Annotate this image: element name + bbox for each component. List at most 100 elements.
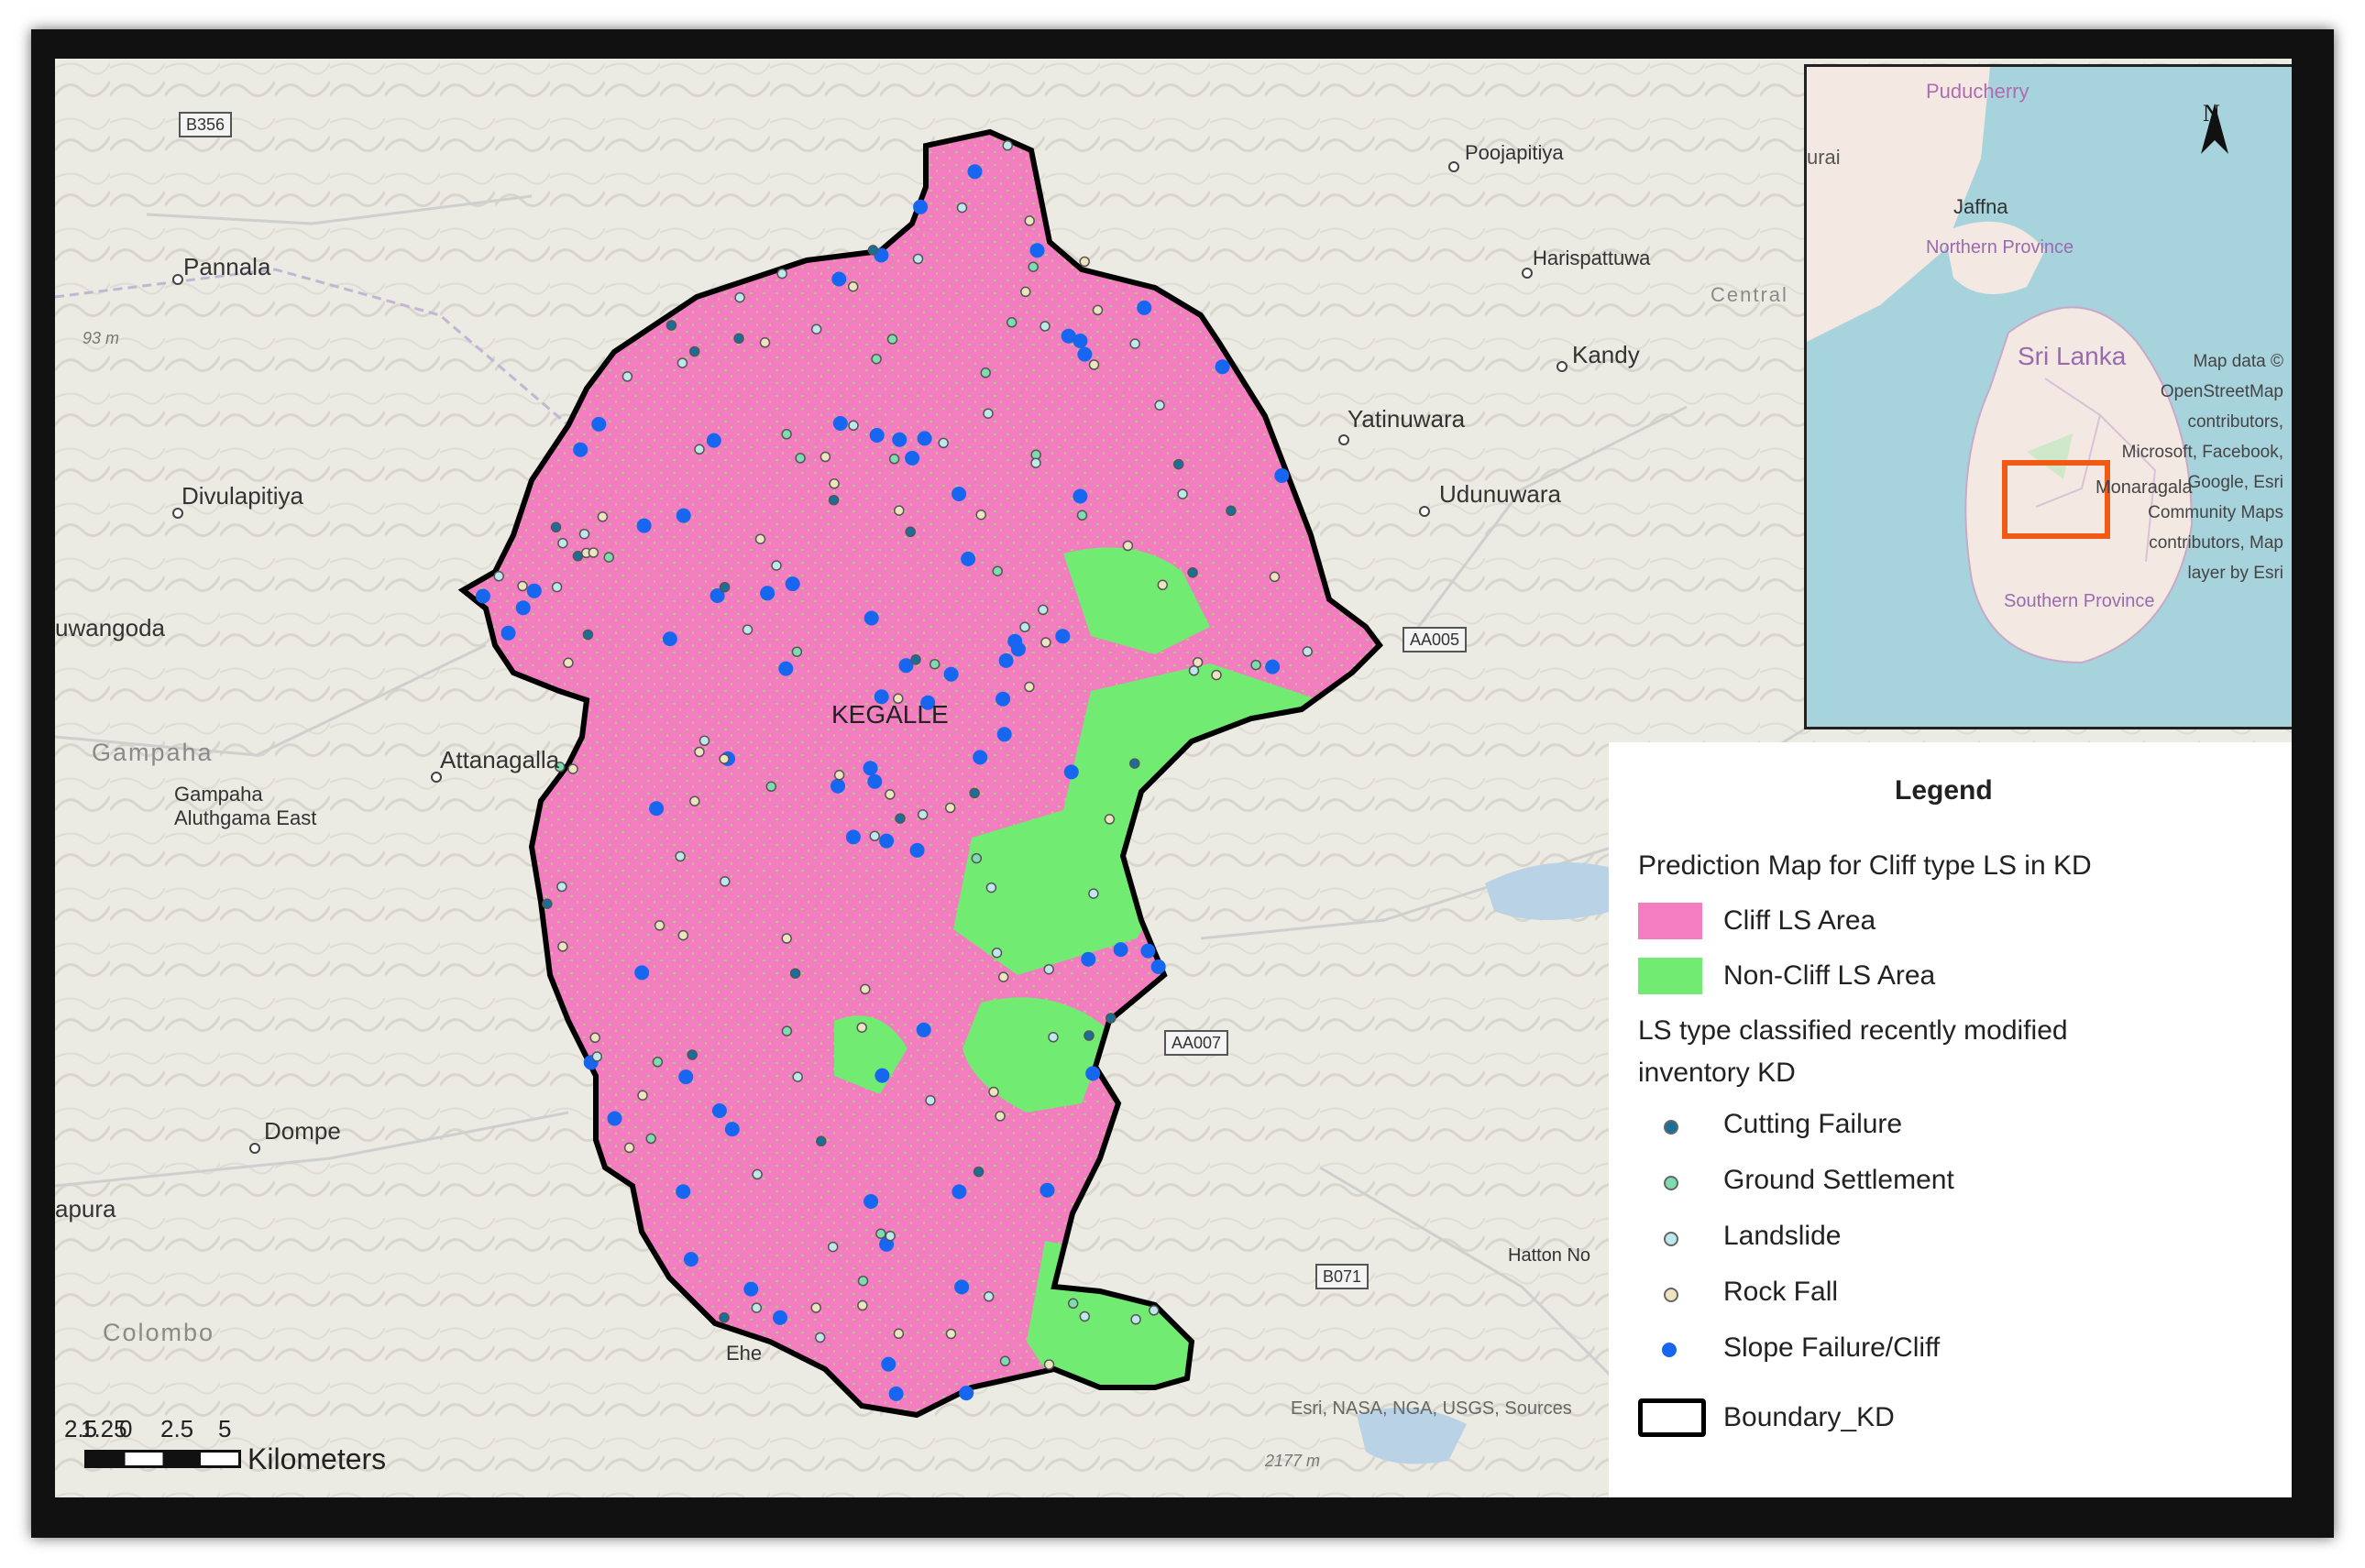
map-attribution: Esri, NASA, NGA, USGS, Sources — [1291, 1398, 1572, 1419]
inventory-point — [719, 1312, 730, 1323]
slope-failure-point — [500, 625, 516, 641]
slope-failure-point — [607, 1111, 622, 1126]
inventory-point — [869, 830, 880, 842]
label-dompe: Dompe — [264, 1117, 341, 1145]
inventory-point — [980, 367, 991, 378]
inventory-point — [719, 581, 731, 593]
inventory-point — [734, 291, 745, 303]
inset-attribution: Map data © OpenStreetMap contributors, M… — [2121, 352, 2283, 583]
inventory-point — [563, 657, 574, 669]
slope-failure-point — [676, 1184, 691, 1200]
inventory-point — [675, 850, 686, 862]
legend-group-title: Prediction Map for Cliff type LS in KD — [1638, 850, 2092, 881]
slope-failure-point — [845, 829, 861, 845]
inventory-point — [676, 357, 688, 368]
scale-unit: Kilometers — [248, 1442, 387, 1475]
town-marker — [431, 772, 442, 783]
slope-failure-point — [1061, 328, 1076, 344]
scale-bar-graphic — [84, 1450, 241, 1468]
boundary-symbol — [1638, 1398, 1706, 1437]
inventory-point — [1130, 1314, 1141, 1325]
inventory-point — [572, 551, 584, 562]
label-attanagalla: Attanagalla — [440, 746, 560, 773]
inventory-point — [578, 528, 590, 540]
slope-failure-point — [724, 1122, 740, 1137]
inventory-point — [1079, 1310, 1091, 1322]
slope-failure-point — [909, 842, 925, 858]
inventory-point — [995, 1111, 1006, 1122]
inventory-point — [833, 770, 845, 781]
inventory-point — [1040, 637, 1051, 648]
inventory-point — [1020, 286, 1031, 298]
slope-failure-point — [1140, 943, 1156, 959]
inventory-point — [886, 334, 898, 345]
inventory-point — [1154, 400, 1165, 411]
label-gampaha-region: Gampaha — [92, 739, 214, 766]
inventory-point — [781, 933, 792, 944]
inventory-point — [733, 333, 744, 345]
inventory-point — [894, 505, 905, 516]
town-marker — [1338, 434, 1349, 445]
label-yatinuwara: Yatinuwara — [1348, 405, 1466, 433]
inventory-point — [814, 1332, 826, 1343]
basemap[interactable]: Pannala Divulapitiya uwangoda Gampaha At… — [55, 59, 2292, 1497]
inventory-point — [1149, 1305, 1160, 1316]
inventory-point — [875, 1228, 886, 1239]
slope-failure-point — [954, 1279, 970, 1295]
slope-failure-point — [867, 773, 883, 789]
inventory-point — [860, 983, 871, 995]
inventory-point — [720, 876, 731, 887]
locator-inset[interactable]: Puducherry urai Jaffna Northern Province… — [1804, 64, 2292, 729]
inset-label-urai: urai — [1807, 146, 1841, 169]
slope-failure-point — [706, 433, 721, 448]
inventory-point — [848, 420, 859, 432]
slope-failure-point — [874, 1068, 890, 1083]
inventory-point — [827, 1241, 839, 1253]
slope-failure-point — [678, 1069, 694, 1085]
slope-failure-point — [1265, 659, 1281, 674]
slope-failure-point — [888, 1386, 904, 1401]
town-marker — [1448, 161, 1459, 172]
inventory-point — [985, 882, 997, 894]
inset-label-jaffna: Jaffna — [1953, 195, 2008, 218]
legend-group2-title: LS type classified recently modified — [1638, 1015, 2068, 1046]
inventory-point — [603, 552, 614, 563]
slope-failure-point — [743, 1281, 759, 1297]
label-kegalle: KEGALLE — [831, 700, 949, 729]
legend-item-label: Ground Settlement — [1723, 1165, 1954, 1195]
inventory-point — [828, 494, 840, 506]
inventory-point — [637, 1090, 648, 1101]
inventory-point — [1079, 256, 1090, 268]
slope-failure-point — [1150, 959, 1166, 974]
inset-label-southern-province: Southern Province — [2004, 591, 2155, 611]
slope-failure-point — [973, 750, 988, 765]
slope-failure-point — [917, 431, 932, 446]
inventory-point — [885, 789, 896, 800]
inventory-point — [1043, 963, 1054, 975]
inventory-point — [1106, 1013, 1116, 1024]
slope-failure-point — [881, 1356, 896, 1372]
inventory-point — [910, 654, 921, 665]
inventory-point — [493, 571, 504, 582]
inventory-point — [1250, 659, 1261, 671]
inventory-point — [857, 1299, 868, 1311]
inventory-point — [929, 658, 940, 670]
town-marker — [1419, 506, 1430, 517]
inventory-point — [938, 437, 949, 449]
legend-panel: Legend Prediction Map for Cliff type LS … — [1609, 742, 2292, 1497]
slope-failure-point — [967, 164, 983, 180]
legend-group2-title-cont: inventory KD — [1638, 1058, 1796, 1088]
inventory-point — [1024, 681, 1035, 693]
slope-failure-point — [760, 586, 776, 601]
inventory-point — [597, 511, 609, 522]
inventory-point — [588, 547, 600, 558]
inventory-point — [1129, 338, 1140, 349]
slope-failure-point — [863, 761, 878, 776]
slope-failure-point — [996, 727, 1012, 742]
inventory-point — [791, 646, 803, 657]
label-udunuwara: Udunuwara — [1439, 480, 1561, 508]
inventory-point — [983, 408, 994, 419]
label-poojapitiya: Poojapitiya — [1465, 141, 1564, 164]
inventory-point — [829, 478, 840, 489]
road-shield-b071: B071 — [1315, 1264, 1370, 1289]
